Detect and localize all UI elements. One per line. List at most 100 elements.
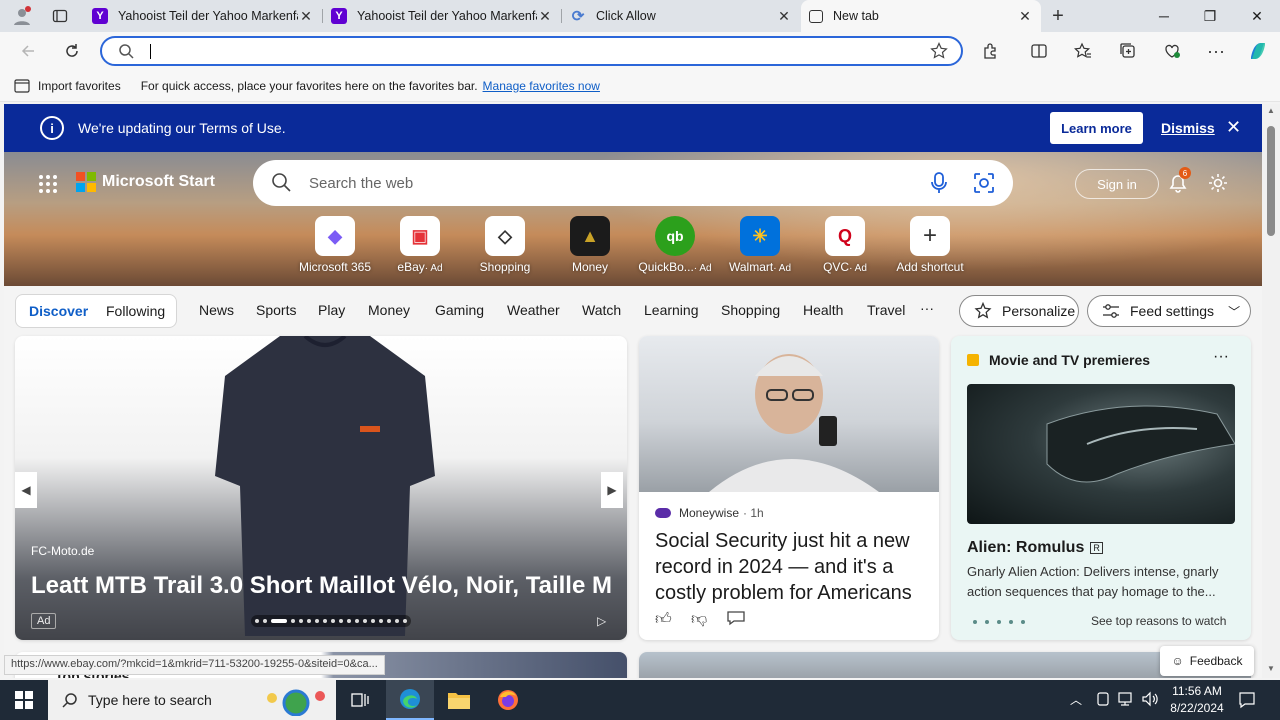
shortcut-shopping[interactable]: ◇ Shopping [465, 216, 545, 274]
movie-title-line[interactable]: Alien: Romulus R [967, 539, 1103, 557]
publisher-name: Moneywise [679, 506, 740, 520]
new-tab-button[interactable]: + [1046, 4, 1070, 28]
shortcut-walmart[interactable]: ✳ Walmart· Ad [720, 216, 800, 274]
nav-play[interactable]: Play [318, 302, 345, 318]
quickbooks-icon: qb [655, 216, 695, 256]
learn-more-button[interactable]: Learn more [1050, 112, 1143, 144]
tab-yahoo-2[interactable]: Y Yahooist Teil der Yahoo Markenfamilie … [323, 0, 561, 32]
nav-sports[interactable]: Sports [256, 302, 296, 318]
tab-click-allow[interactable]: ⟳ Click Allow ✕ [562, 0, 800, 32]
shortcut-add[interactable]: + Add shortcut [890, 216, 970, 274]
visual-search-icon[interactable] [973, 172, 995, 197]
manage-favorites-link[interactable]: Manage favorites now [483, 79, 600, 93]
ad-headline[interactable]: Leatt MTB Trail 3.0 Short Maillot Vélo, … [31, 572, 612, 600]
favorite-star-icon[interactable] [930, 42, 948, 63]
personalize-button[interactable]: Personalize [959, 295, 1079, 327]
web-search-box[interactable]: Search the web [253, 160, 1013, 206]
volume-icon[interactable] [1142, 691, 1160, 710]
dismiss-link[interactable]: Dismiss [1161, 120, 1215, 136]
ad-choices-icon[interactable]: ▷ [597, 614, 606, 628]
scroll-up-icon[interactable]: ▲ [1267, 106, 1275, 115]
system-clock[interactable]: 11:56 AM 8/22/2024 [1162, 683, 1232, 717]
sign-in-button[interactable]: Sign in [1075, 169, 1159, 199]
tab-discover[interactable]: Discover [29, 303, 88, 319]
nav-gaming[interactable]: Gaming [435, 302, 484, 318]
see-top-reasons-link[interactable]: See top reasons to watch [1091, 614, 1226, 628]
nav-more-button[interactable]: ··· [920, 300, 934, 316]
refresh-button[interactable] [60, 39, 84, 63]
browser-essentials-icon[interactable] [1160, 39, 1184, 63]
microsoft-start-brand[interactable]: Microsoft Start [76, 172, 215, 192]
sponsored-ad-card[interactable]: ◀ ▶ FC-Moto.de Leatt MTB Trail 3.0 Short… [15, 336, 627, 640]
close-window-button[interactable]: ✕ [1234, 0, 1280, 32]
carousel-pagination[interactable] [251, 615, 411, 627]
microphone-icon[interactable] [931, 172, 947, 197]
address-bar[interactable] [100, 36, 963, 66]
shortcut-qvc[interactable]: Q QVC· Ad [805, 216, 885, 274]
split-screen-icon[interactable] [1027, 39, 1051, 63]
nav-learning[interactable]: Learning [644, 302, 699, 318]
task-view-icon[interactable] [336, 680, 384, 720]
close-notice-icon[interactable]: ✕ [1226, 117, 1241, 138]
taskbar-search-box[interactable]: Type here to search [48, 680, 336, 720]
firefox-icon[interactable] [484, 680, 532, 720]
popcorn-icon [967, 354, 979, 366]
close-tab-icon[interactable]: ✕ [1017, 8, 1033, 25]
file-explorer-icon[interactable] [435, 680, 483, 720]
tab-new-tab[interactable]: New tab ✕ [801, 0, 1041, 32]
scroll-down-icon[interactable]: ▼ [1267, 664, 1275, 673]
news-card[interactable]: Moneywise · 1h Social Security just hit … [639, 336, 939, 640]
edge-taskbar-icon[interactable] [386, 680, 434, 720]
collections-icon[interactable] [1116, 39, 1140, 63]
more-options-icon[interactable]: ··· [1213, 348, 1229, 366]
movie-premieres-card[interactable]: Movie and TV premieres ··· Alien: Romulu… [951, 336, 1251, 640]
apps-launcher-icon[interactable] [38, 174, 58, 197]
nav-travel[interactable]: Travel [867, 302, 905, 318]
close-tab-icon[interactable]: ✕ [298, 8, 314, 25]
thumbs-down-icon[interactable]: 👎︎ [691, 610, 707, 629]
carousel-next-button[interactable]: ▶ [601, 472, 623, 508]
news-headline[interactable]: Social Security just hit a new record in… [655, 528, 935, 606]
page-scrollbar[interactable]: ▲ ▼ [1262, 104, 1280, 678]
thumbs-up-icon[interactable]: 👍︎ [655, 610, 672, 629]
nav-money[interactable]: Money [368, 302, 410, 318]
settings-more-icon[interactable]: ··· [1204, 39, 1228, 63]
restore-button[interactable]: ❐ [1187, 0, 1233, 32]
nav-news[interactable]: News [199, 302, 234, 318]
tray-overflow-icon[interactable]: ︿ [1070, 691, 1082, 708]
nav-shopping[interactable]: Shopping [721, 302, 780, 318]
tray-device-icon[interactable] [1095, 691, 1111, 710]
scrollbar-thumb[interactable] [1267, 126, 1275, 236]
publish-age: · 1h [743, 506, 764, 520]
shortcut-ebay[interactable]: ▣ eBay· Ad [380, 216, 460, 274]
profile-icon[interactable] [10, 4, 34, 28]
close-tab-icon[interactable]: ✕ [776, 8, 792, 25]
nav-health[interactable]: Health [803, 302, 843, 318]
back-button[interactable] [16, 39, 40, 63]
feedback-button[interactable]: ☺ Feedback [1160, 646, 1254, 676]
shortcut-quickbooks[interactable]: qb QuickBo...· Ad [635, 216, 715, 274]
minimize-button[interactable]: ─ [1141, 0, 1187, 32]
personalize-label: Personalize [1002, 303, 1076, 319]
tab-actions-icon[interactable] [48, 4, 72, 28]
shortcut-money[interactable]: ▲ Money [550, 216, 630, 274]
import-favorites-button[interactable]: Import favorites [38, 79, 121, 93]
page-settings-gear-icon[interactable] [1207, 172, 1229, 197]
carousel-prev-button[interactable]: ◀ [15, 472, 37, 508]
feed-settings-button[interactable]: Feed settings ﹀ [1087, 295, 1251, 327]
extensions-icon[interactable] [979, 39, 1003, 63]
tab-following[interactable]: Following [106, 303, 165, 319]
nav-weather[interactable]: Weather [507, 302, 560, 318]
card-header: Movie and TV premieres [967, 352, 1150, 368]
favorites-icon[interactable] [1071, 39, 1095, 63]
copilot-icon[interactable] [1246, 39, 1270, 63]
close-tab-icon[interactable]: ✕ [537, 8, 553, 25]
network-icon[interactable] [1118, 691, 1136, 710]
comment-icon[interactable] [727, 610, 745, 631]
windows-start-icon[interactable] [0, 680, 48, 720]
card-pagination[interactable] [973, 620, 1025, 624]
notification-center-icon[interactable] [1238, 691, 1256, 712]
shortcut-microsoft-365[interactable]: ◆ Microsoft 365 [295, 216, 375, 274]
tab-yahoo-1[interactable]: Y Yahooist Teil der Yahoo Markenfamilie … [84, 0, 322, 32]
nav-watch[interactable]: Watch [582, 302, 621, 318]
